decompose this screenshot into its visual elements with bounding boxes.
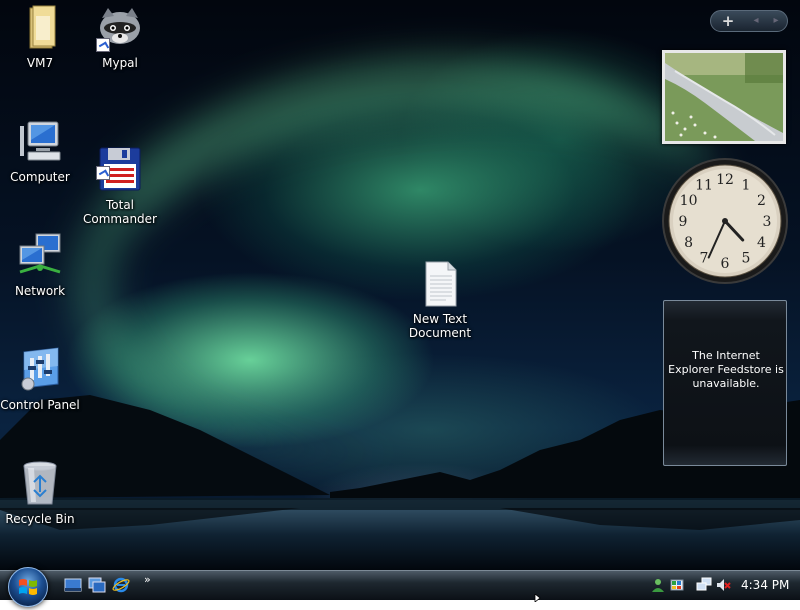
clock-numeral: 11 bbox=[695, 178, 713, 194]
shortcut-arrow-icon bbox=[96, 38, 110, 52]
folder-icon bbox=[16, 4, 64, 52]
icon-label: Network bbox=[14, 284, 66, 298]
switch-windows-button[interactable] bbox=[88, 577, 106, 593]
clock-numeral: 7 bbox=[700, 250, 709, 266]
icon-label: VM7 bbox=[26, 56, 54, 70]
recycle-bin-icon bbox=[16, 460, 64, 508]
icon-label: Computer bbox=[10, 170, 70, 184]
analog-clock: 12 12 3 45678 9 1011 bbox=[662, 158, 788, 284]
desktop-icon-recycle-bin[interactable]: Recycle Bin bbox=[0, 460, 80, 526]
show-desktop-button[interactable] bbox=[64, 577, 82, 593]
clock-numeral: 9 bbox=[679, 214, 688, 230]
internet-explorer-icon bbox=[112, 577, 130, 593]
mouse-pointer-icon bbox=[534, 594, 541, 602]
slideshow-photo bbox=[665, 53, 783, 141]
desktop-icon-vm7[interactable]: VM7 bbox=[0, 4, 80, 70]
clock-numeral: 8 bbox=[684, 235, 693, 251]
icon-label: Total Commander bbox=[83, 198, 157, 226]
clock-numeral: 1 bbox=[742, 178, 751, 194]
next-gadget-page-button[interactable]: ▸ bbox=[767, 12, 785, 30]
clock-numeral: 2 bbox=[757, 193, 766, 209]
text-document-icon bbox=[416, 246, 464, 307]
floppy-disk-icon bbox=[96, 132, 144, 191]
network-icon bbox=[16, 232, 64, 280]
previous-gadget-page-button[interactable]: ◂ bbox=[747, 12, 765, 30]
desktop-icon-mypal[interactable]: Mypal bbox=[80, 4, 160, 70]
control-panel-icon bbox=[16, 346, 64, 394]
show-desktop-icon bbox=[64, 578, 82, 592]
feed-headlines-gadget[interactable]: The Internet Explorer Feedstore is unava… bbox=[663, 300, 787, 466]
icon-label: New Text Document bbox=[408, 312, 472, 340]
icon-label: Recycle Bin bbox=[5, 512, 75, 526]
desktop-icon-network[interactable]: Network bbox=[0, 232, 80, 298]
quick-launch-more-button[interactable]: » bbox=[144, 573, 151, 586]
start-button[interactable] bbox=[8, 567, 48, 607]
clock-numeral: 5 bbox=[742, 250, 751, 266]
shortcut-arrow-icon bbox=[96, 166, 110, 180]
computer-icon bbox=[16, 118, 64, 166]
clock-gadget[interactable]: 12 1 2 3 4 5 6 7 8 9 10 11 bbox=[660, 156, 790, 286]
clock-numeral: 4 bbox=[757, 235, 766, 251]
icon-label: Mypal bbox=[102, 56, 138, 70]
network-status-icon[interactable] bbox=[696, 577, 712, 593]
clock-numeral: 6 bbox=[721, 256, 730, 272]
add-gadget-button[interactable]: + bbox=[715, 12, 741, 30]
windows-logo-icon bbox=[19, 579, 37, 595]
windows-update-icon[interactable] bbox=[669, 577, 685, 593]
icon-label: Control Panel bbox=[0, 398, 80, 412]
taskbar-clock[interactable]: 4:34 PM bbox=[741, 578, 789, 592]
desktop-icon-computer[interactable]: Computer bbox=[0, 118, 80, 184]
feed-unavailable-message: The Internet Explorer Feedstore is unava… bbox=[668, 349, 784, 390]
taskbar: » 4:34 PM bbox=[0, 567, 800, 607]
desktop-icon-total-commander[interactable]: Total Commander bbox=[80, 118, 160, 240]
switch-windows-icon bbox=[88, 577, 106, 593]
clock-numeral: 3 bbox=[763, 214, 772, 230]
clock-numeral: 10 bbox=[680, 193, 698, 209]
slideshow-gadget[interactable] bbox=[662, 50, 786, 144]
raccoon-icon bbox=[96, 4, 144, 52]
volume-muted-icon[interactable] bbox=[715, 577, 731, 593]
desktop-icon-new-text-document[interactable]: New Text Document bbox=[400, 232, 480, 354]
clock-numeral: 12 bbox=[716, 172, 734, 188]
internet-explorer-button[interactable] bbox=[112, 577, 130, 593]
desktop-icon-control-panel[interactable]: Control Panel bbox=[0, 346, 80, 412]
user-status-icon[interactable] bbox=[650, 577, 666, 593]
sidebar-controls: + ◂ ▸ bbox=[710, 10, 788, 32]
